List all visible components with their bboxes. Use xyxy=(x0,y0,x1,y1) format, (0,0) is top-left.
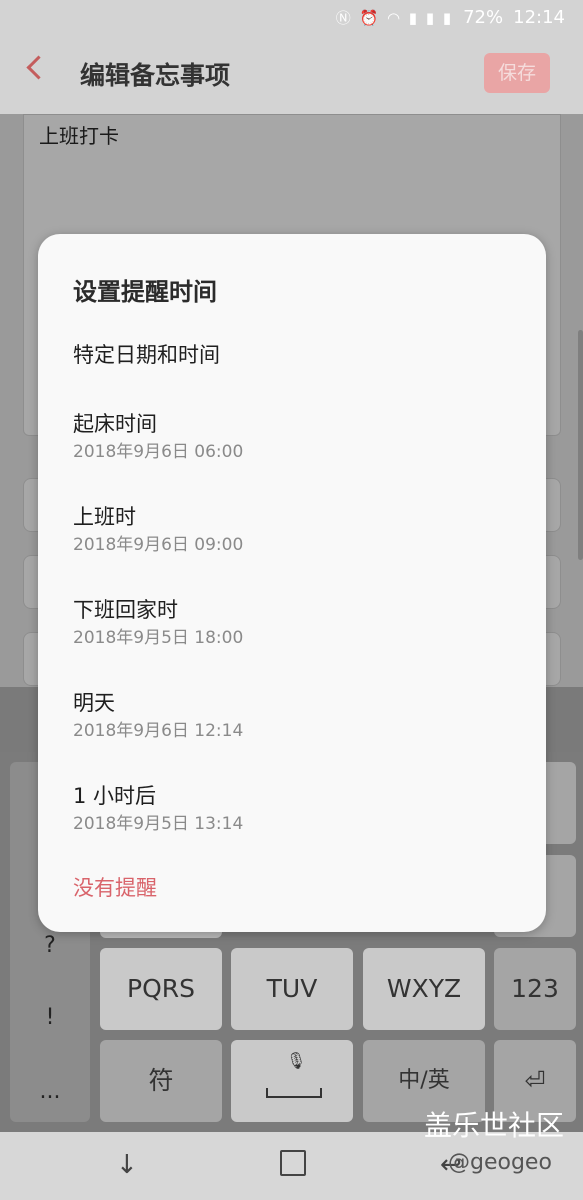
home-icon[interactable] xyxy=(280,1150,306,1176)
key-pqrs[interactable]: PQRS xyxy=(100,948,222,1030)
dialog-title: 设置提醒时间 xyxy=(73,278,217,306)
scrollbar[interactable] xyxy=(578,330,583,560)
option-tomorrow-time: 2018年9月6日 12:14 xyxy=(73,721,244,741)
status-bar-right: Ⓝ ⏰ ◠ ▮ ▮ ▮ 72% 12:14 xyxy=(336,7,565,28)
clock: 12:14 xyxy=(513,7,565,28)
option-work-time: 2018年9月6日 09:00 xyxy=(73,535,244,555)
watermark-handle: @geogeo xyxy=(448,1150,552,1175)
save-button[interactable]: 保存 xyxy=(484,53,550,93)
option-wakeup-time: 2018年9月6日 06:00 xyxy=(73,442,244,462)
key-123[interactable]: 123 xyxy=(494,948,576,1030)
key-space[interactable]: 🎙 xyxy=(231,1040,353,1122)
key-wxyz[interactable]: WXYZ xyxy=(363,948,485,1030)
space-bar-icon xyxy=(266,1088,322,1098)
hide-keyboard-icon[interactable]: ↓ xyxy=(116,1150,138,1180)
option-specific-datetime[interactable]: 特定日期和时间 xyxy=(73,339,220,369)
key-tuv[interactable]: TUV xyxy=(231,948,353,1030)
page-title: 编辑备忘事项 xyxy=(80,61,231,90)
option-one-hour[interactable]: 1 小时后 xyxy=(73,780,156,810)
key-symbols[interactable]: 符 xyxy=(100,1040,222,1122)
option-wakeup[interactable]: 起床时间 xyxy=(73,408,157,438)
option-work[interactable]: 上班时 xyxy=(73,501,136,531)
status-icons: Ⓝ ⏰ ◠ ▮ ▮ ▮ xyxy=(335,9,454,27)
battery-level: 72% xyxy=(463,7,504,28)
option-one-hour-time: 2018年9月5日 13:14 xyxy=(73,814,244,834)
option-home[interactable]: 下班回家时 xyxy=(73,594,178,624)
symbol-key-exclamation[interactable]: ! xyxy=(10,982,90,1054)
option-tomorrow[interactable]: 明天 xyxy=(73,687,115,717)
option-home-time: 2018年9月5日 18:00 xyxy=(73,628,244,648)
memo-text: 上班打卡 xyxy=(39,124,119,148)
no-reminder-button[interactable]: 没有提醒 xyxy=(73,872,157,902)
enter-icon: ⏎ xyxy=(524,1066,546,1095)
symbol-key-ellipsis[interactable]: ... xyxy=(10,1056,90,1128)
watermark-title: 盖乐世社区 xyxy=(424,1109,565,1142)
